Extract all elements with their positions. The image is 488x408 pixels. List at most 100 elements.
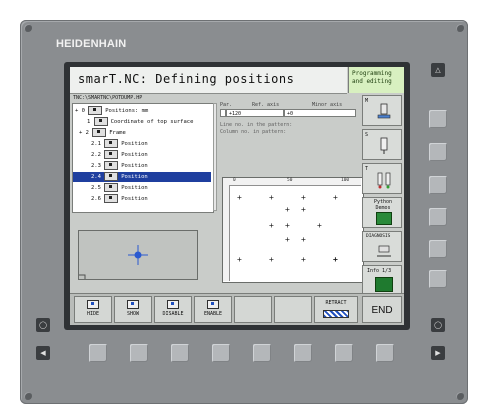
title-bar: smarT.NC: Defining positions (70, 67, 347, 94)
tool-icon (377, 172, 391, 189)
softkey-label: M (365, 98, 369, 104)
hardware-softkey[interactable] (130, 344, 148, 362)
softkey-enable[interactable]: ENABLE (194, 296, 232, 323)
position-preview (78, 230, 198, 280)
ruler-tick: 50 (287, 178, 293, 183)
hardware-key[interactable] (429, 143, 447, 161)
softkey-m[interactable]: M (362, 95, 402, 126)
tree-row[interactable]: 2.5 Position (91, 183, 211, 193)
tree-label: Positions: mm (105, 108, 149, 114)
diagnosis-icon (377, 245, 391, 257)
tree-label: Position (121, 196, 148, 202)
softkey-label: ENABLE (203, 311, 223, 317)
hardware-key[interactable] (429, 270, 447, 288)
tree-row[interactable]: 2.1 Position (91, 139, 211, 149)
softkey-label: SHOW (126, 311, 140, 317)
ruler-top: 0 50 100 (223, 178, 361, 186)
pattern-icon (88, 106, 103, 115)
hardware-softkey[interactable] (335, 344, 353, 362)
position-icon (104, 194, 119, 203)
screen-layout-key-right[interactable]: ◯ (431, 318, 445, 332)
ref-axis-input[interactable]: +120 (226, 109, 284, 117)
pattern-point: + (301, 193, 306, 202)
mode-line-2: and editing (352, 78, 392, 85)
pattern-point: + (285, 221, 290, 230)
column-header-ref-axis: Ref. axis (252, 102, 280, 108)
tree-label: Position (121, 185, 148, 191)
tree-row[interactable]: 2.3 Position (91, 161, 211, 171)
tree-label: Coordinate of top surface (110, 119, 194, 125)
screw-bottom-left (24, 392, 32, 400)
pattern-point: + (301, 205, 306, 214)
hardware-softkey[interactable] (376, 344, 394, 362)
softkey-s[interactable]: S (362, 129, 402, 160)
softkey-retract[interactable]: RETRACT (314, 296, 358, 323)
tree-label: Position (121, 174, 148, 180)
softkey-empty[interactable] (234, 296, 272, 323)
spindle-icon (377, 103, 391, 119)
tree-index: 2.1 (91, 141, 101, 147)
hardware-key[interactable] (429, 240, 447, 258)
tree-index: 2.6 (91, 196, 101, 202)
hardware-key[interactable] (429, 110, 447, 128)
hardware-softkey[interactable] (253, 344, 271, 362)
page-up-key[interactable]: △ (431, 63, 445, 77)
tree-label: Position (121, 163, 148, 169)
softkey-label: T (365, 166, 369, 172)
file-path: TNC:\SMARTNC\POTDUMP.HP (70, 94, 217, 102)
pattern-graphic: 0 50 100 + + + + + + + + + + + + + + + (222, 177, 364, 283)
pattern-point: + (333, 193, 338, 202)
tree-row[interactable]: 1 Coordinate of top surface (87, 117, 211, 127)
screw-top-left (24, 24, 32, 32)
hint-column-number: Column no. in pattern: (220, 129, 287, 135)
mode-indicator: Programming and editing (348, 67, 404, 93)
tree-row[interactable]: + 0 Positions: mm (75, 106, 211, 116)
hardware-softkey[interactable] (294, 344, 312, 362)
screen-layout-key-left[interactable]: ◯ (36, 318, 50, 332)
softkey-diagnosis[interactable]: DIAGNOSIS (362, 231, 402, 262)
softkey-show[interactable]: SHOW (114, 296, 152, 323)
ruler-left (223, 185, 230, 281)
softkey-label: RETRACT (325, 300, 347, 306)
pattern-point-selected: + (333, 255, 338, 264)
tree-index: 2.4 (91, 174, 101, 180)
pattern-point: + (237, 193, 242, 202)
softkey-t[interactable]: T (362, 163, 402, 194)
tree-scrollbar[interactable] (213, 103, 217, 211)
tree-row-selected[interactable]: 2.4 Position (73, 172, 211, 182)
minor-axis-input[interactable]: +0 (284, 109, 356, 117)
softkey-prev-key[interactable]: ◀ (36, 346, 50, 360)
softkey-label: Python Demos (373, 199, 393, 211)
pattern-point: + (301, 235, 306, 244)
tree-row[interactable]: + 2 Frame (79, 128, 211, 138)
page-title: smarT.NC: Defining positions (78, 72, 295, 86)
tree-label: Frame (109, 130, 126, 136)
tree-index: 2.5 (91, 185, 101, 191)
tree-row[interactable]: 2.6 Position (91, 194, 211, 204)
hardware-softkey[interactable] (171, 344, 189, 362)
disable-icon (167, 300, 179, 309)
hardware-key[interactable] (429, 208, 447, 226)
softkey-python-demos[interactable]: Python Demos (362, 197, 402, 228)
softkey-label: DISABLE (162, 311, 184, 317)
ruler-tick: 100 (341, 178, 350, 183)
pattern-point: + (269, 221, 274, 230)
hardware-softkey[interactable] (89, 344, 107, 362)
hardware-key[interactable] (429, 176, 447, 194)
hint-line-number: Line no. in the pattern: (220, 122, 293, 128)
softkey-next-key[interactable]: ▶ (431, 346, 445, 360)
info-icon (375, 277, 393, 292)
program-tree[interactable]: + 0 Positions: mm 1 Coordinate of top su… (72, 103, 214, 213)
hardware-softkey[interactable] (212, 344, 230, 362)
softkey-bar: HIDE SHOW DISABLE ENABLE RETRACT END (70, 293, 404, 325)
tree-row[interactable]: 2.2 Position (91, 150, 211, 160)
tree-index: + 2 (79, 130, 89, 136)
softkey-empty[interactable] (274, 296, 312, 323)
softkey-disable[interactable]: DISABLE (154, 296, 192, 323)
pattern-point: + (269, 193, 274, 202)
softkey-hide[interactable]: HIDE (74, 296, 112, 323)
position-icon (104, 183, 119, 192)
end-button[interactable]: END (362, 296, 402, 323)
softkey-info[interactable]: Info 1/3 (362, 265, 402, 296)
surface-icon (93, 117, 108, 126)
